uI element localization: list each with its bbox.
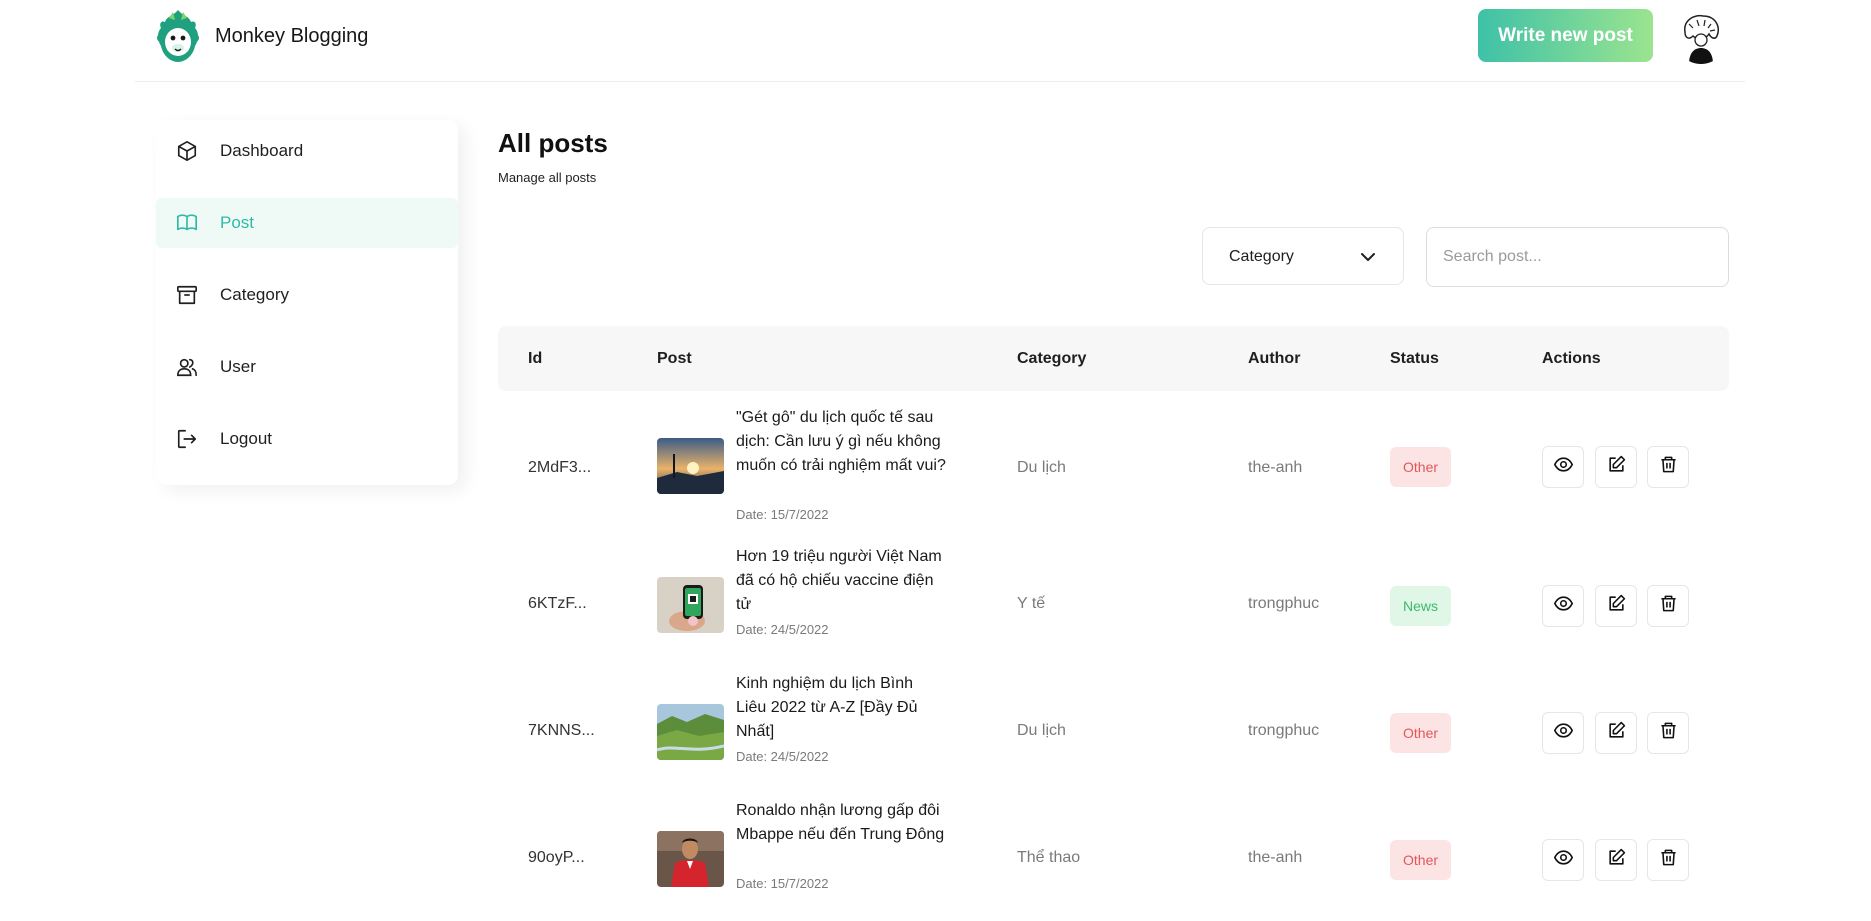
post-author: trongphuc [1248,722,1320,739]
eye-icon [1553,848,1573,872]
column-header-id: Id [528,350,543,367]
sidebar-item-post[interactable]: Post [156,198,458,248]
post-date: Date: 15/7/2022 [736,876,829,891]
eye-icon [1553,455,1573,479]
post-category: Y tế [1017,595,1046,612]
post-title[interactable]: "Gét gô" du lịch quốc tế sau dịch: Cần l… [736,406,946,478]
column-header-status: Status [1390,350,1439,367]
search-input[interactable] [1426,227,1729,287]
post-id: 7KNNS... [528,722,595,739]
trash-icon [1659,594,1678,618]
category-filter-label: Category [1229,248,1294,265]
column-header-author: Author [1248,350,1301,367]
view-button[interactable] [1542,712,1584,754]
status-badge: Other [1390,840,1452,880]
edit-button[interactable] [1595,585,1637,627]
post-title[interactable]: Kinh nghiệm du lịch Bình Liêu 2022 từ A-… [736,672,946,744]
sidebar-item-label: Logout [220,429,272,448]
archive-icon [176,284,198,306]
table-header: Id Post Category Author Status Actions [498,326,1729,391]
sidebar-item-user[interactable]: User [156,342,458,392]
post-thumbnail[interactable] [657,438,724,494]
sidebar-item-label: User [220,357,256,376]
logout-icon [176,428,198,450]
write-new-post-button[interactable]: Write new post [1478,9,1653,62]
post-thumbnail[interactable] [657,831,724,887]
chevron-down-icon [1359,248,1377,266]
trash-icon [1659,455,1678,479]
post-title[interactable]: Hơn 19 triệu người Việt Nam đã có hộ chi… [736,545,946,617]
status-badge: Other [1390,713,1452,753]
post-id: 90oyP... [528,849,585,866]
page-subtitle: Manage all posts [498,170,597,185]
post-author: the-anh [1248,849,1303,866]
post-author: trongphuc [1248,595,1320,612]
book-icon [176,212,198,234]
view-button[interactable] [1542,585,1584,627]
sidebar-item-label: Dashboard [220,141,304,160]
post-title[interactable]: Ronaldo nhận lương gấp đôi Mbappe nếu đế… [736,799,946,847]
post-category: Du lịch [1017,459,1066,476]
post-category: Thể thao [1017,849,1081,866]
edit-button[interactable] [1595,712,1637,754]
top-header: Monkey Blogging Write new post [135,0,1745,82]
sidebar-item-logout[interactable]: Logout [156,414,458,464]
post-category: Du lịch [1017,722,1066,739]
post-date: Date: 15/7/2022 [736,507,829,522]
column-header-post: Post [657,350,692,367]
sidebar-item-label: Category [220,285,289,304]
edit-icon [1607,594,1626,618]
edit-icon [1607,455,1626,479]
edit-button[interactable] [1595,839,1637,881]
eye-icon [1553,721,1573,745]
edit-icon [1607,721,1626,745]
sidebar-item-dashboard[interactable]: Dashboard [156,126,458,176]
delete-button[interactable] [1647,585,1689,627]
post-thumbnail[interactable] [657,577,724,633]
column-header-actions: Actions [1542,350,1601,367]
table-row: 7KNNS... Kinh nghiệm du lịch Bình Liêu 2… [498,667,1729,794]
status-badge: News [1390,586,1452,626]
brand-name[interactable]: Monkey Blogging [215,25,368,48]
table-row: 90oyP... Ronaldo nhận lương gấp đôi Mbap… [498,794,1729,921]
eye-icon [1553,594,1573,618]
status-badge: Other [1390,447,1452,487]
post-date: Date: 24/5/2022 [736,749,829,764]
view-button[interactable] [1542,839,1584,881]
post-author: the-anh [1248,459,1303,476]
sidebar: Dashboard Post Category User Logout [156,120,458,485]
edit-icon [1607,848,1626,872]
category-filter-dropdown[interactable]: Category [1202,227,1404,285]
delete-button[interactable] [1647,712,1689,754]
monkey-logo-icon[interactable] [155,8,201,64]
delete-button[interactable] [1647,839,1689,881]
post-id: 6KTzF... [528,595,587,612]
sidebar-item-category[interactable]: Category [156,270,458,320]
page-title: All posts [498,128,608,158]
post-id: 2MdF3... [528,459,592,476]
user-avatar[interactable] [1675,10,1727,64]
cube-icon [176,140,198,162]
post-date: Date: 24/5/2022 [736,622,829,637]
delete-button[interactable] [1647,446,1689,488]
post-thumbnail[interactable] [657,704,724,760]
view-button[interactable] [1542,446,1584,488]
table-row: 6KTzF... Hơn 19 triệu người Việt Nam đã … [498,540,1729,667]
trash-icon [1659,721,1678,745]
trash-icon [1659,848,1678,872]
sidebar-item-label: Post [220,213,255,232]
column-header-category: Category [1017,350,1087,367]
table-row: 2MdF3... "Gét gô" du lịch quốc tế sau dị… [498,400,1729,527]
users-icon [176,356,198,378]
edit-button[interactable] [1595,446,1637,488]
